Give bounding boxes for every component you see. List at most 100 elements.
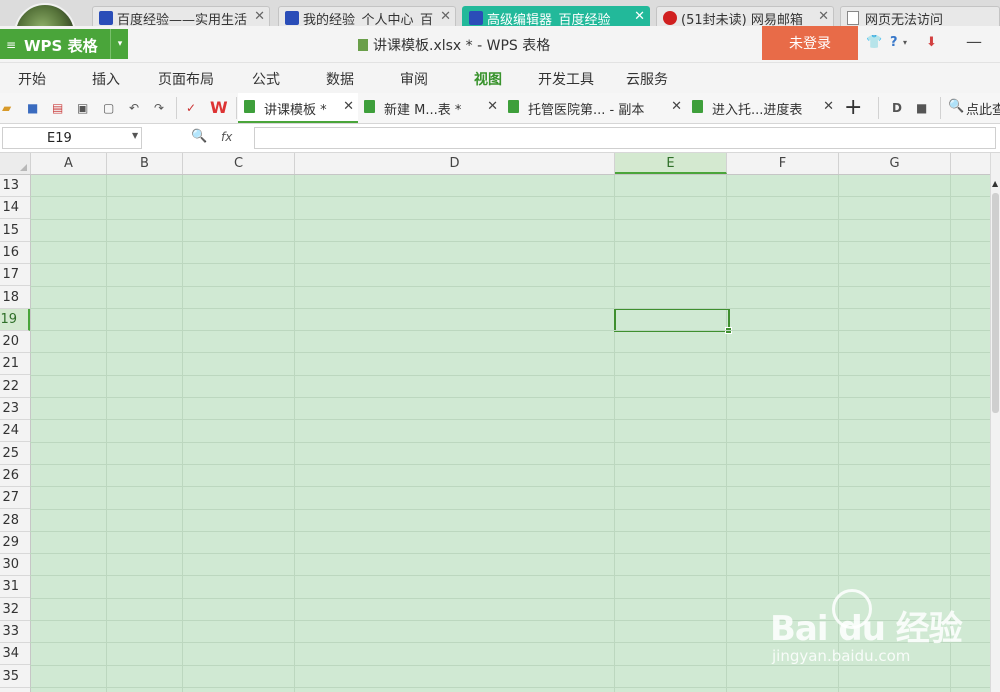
- close-icon[interactable]: ✕: [254, 9, 265, 24]
- tab-data[interactable]: 数据: [326, 69, 354, 89]
- row-header[interactable]: 21: [0, 353, 30, 375]
- row-header[interactable]: 16: [0, 242, 30, 264]
- close-icon[interactable]: ✕: [818, 9, 829, 24]
- close-icon[interactable]: ✕: [671, 99, 682, 114]
- tab-home[interactable]: 开始: [18, 69, 46, 89]
- grid-line: [30, 352, 990, 353]
- doc-tab[interactable]: 托管医院第... - 副本 ✕: [502, 93, 686, 123]
- chevron-down-icon[interactable]: ▾: [903, 38, 907, 47]
- save-icon[interactable]: ■: [27, 101, 38, 115]
- doc-list-icon[interactable]: D: [892, 101, 902, 115]
- page-icon: [847, 11, 859, 25]
- search-icon[interactable]: 🔍: [948, 99, 964, 114]
- doc-tab-active[interactable]: 讲课模板 * ✕: [238, 93, 358, 123]
- row-header[interactable]: 29: [0, 532, 30, 554]
- feedback-icon[interactable]: ⬇: [926, 35, 937, 50]
- zoom-icon[interactable]: 🔍: [191, 129, 207, 144]
- spreadsheet-file-icon: [508, 100, 519, 113]
- export-pdf-icon[interactable]: ▤: [52, 101, 63, 115]
- row-header[interactable]: 17: [0, 264, 30, 286]
- row-header[interactable]: 26: [0, 465, 30, 487]
- column-header[interactable]: C: [183, 153, 295, 174]
- row-header[interactable]: 13: [0, 175, 30, 197]
- doc-tab-title: 新建 M...表 *: [384, 103, 462, 118]
- tab-insert[interactable]: 插入: [92, 69, 120, 89]
- row-header[interactable]: 24: [0, 420, 30, 442]
- tab-formulas[interactable]: 公式: [252, 69, 280, 89]
- format-painter-icon[interactable]: ✓: [186, 101, 196, 115]
- redo-icon[interactable]: ↷: [154, 101, 164, 115]
- skin-shirt-icon[interactable]: 👕: [866, 35, 882, 50]
- open-folder-icon[interactable]: ▰: [2, 101, 11, 115]
- help-icon[interactable]: ?: [890, 35, 898, 50]
- row-header[interactable]: 23: [0, 398, 30, 420]
- close-icon[interactable]: ✕: [487, 99, 498, 114]
- undo-icon[interactable]: ↶: [129, 101, 139, 115]
- row-header[interactable]: 27: [0, 487, 30, 509]
- row-header[interactable]: 22: [0, 376, 30, 398]
- row-header[interactable]: 18: [0, 287, 30, 309]
- login-button[interactable]: 未登录: [762, 26, 858, 60]
- chat-icon[interactable]: ■: [916, 101, 927, 115]
- close-icon[interactable]: ✕: [440, 9, 451, 24]
- user-avatar[interactable]: [14, 3, 76, 26]
- row-header[interactable]: 32: [0, 599, 30, 621]
- selected-cell[interactable]: [614, 308, 732, 334]
- tab-view[interactable]: 视图: [474, 69, 502, 89]
- column-header[interactable]: B: [107, 153, 183, 174]
- minimize-icon[interactable]: —: [966, 32, 982, 51]
- select-all-corner[interactable]: [0, 153, 31, 174]
- grid-line: [30, 642, 990, 643]
- browser-tab[interactable]: 我的经验_个人中心_百 ✕: [278, 6, 456, 26]
- column-header-selected[interactable]: E: [615, 153, 727, 174]
- cell-area[interactable]: [30, 175, 990, 692]
- print-preview-icon[interactable]: ▢: [103, 101, 114, 115]
- vertical-scrollbar[interactable]: ▲: [990, 153, 1000, 692]
- column-header[interactable]: D: [295, 153, 615, 174]
- close-icon[interactable]: ✕: [823, 99, 834, 114]
- row-header[interactable]: 28: [0, 510, 30, 532]
- row-header[interactable]: 25: [0, 443, 30, 465]
- search-input[interactable]: 点此查找: [966, 99, 1000, 118]
- browser-tab[interactable]: (51封未读) 网易邮箱 ✕: [656, 6, 834, 26]
- grid-line: [30, 397, 990, 398]
- tab-cloud-service[interactable]: 云服务: [626, 69, 668, 89]
- column-header[interactable]: G: [839, 153, 951, 174]
- doc-tab-title: 托管医院第... - 副本: [528, 103, 645, 118]
- grid-line: [30, 687, 990, 688]
- scroll-up-arrow-icon[interactable]: ▲: [992, 179, 998, 188]
- tab-developer[interactable]: 开发工具: [538, 69, 594, 89]
- row-header[interactable]: 31: [0, 576, 30, 598]
- row-header[interactable]: 30: [0, 554, 30, 576]
- column-header[interactable]: A: [31, 153, 107, 174]
- tab-page-layout[interactable]: 页面布局: [158, 69, 214, 89]
- doc-tab[interactable]: 进入托...进度表 ✕: [686, 93, 838, 123]
- name-box[interactable]: [2, 127, 142, 149]
- grid-line: [30, 464, 990, 465]
- browser-tab-active[interactable]: 高级编辑器_百度经验 ✕: [462, 6, 650, 26]
- spreadsheet-grid[interactable]: A B C D E F G 13 14 15 16 17 18 19 20 21 22 23 24 25…: [0, 153, 990, 692]
- row-header[interactable]: 33: [0, 621, 30, 643]
- insert-function-button[interactable]: fx: [221, 130, 232, 144]
- browser-tab[interactable]: 网页无法访问: [840, 6, 1000, 26]
- browser-tab[interactable]: 百度经验——实用生活 ✕: [92, 6, 270, 26]
- row-header[interactable]: 34: [0, 643, 30, 665]
- new-tab-button[interactable]: +: [844, 95, 862, 120]
- row-header[interactable]: 14: [0, 197, 30, 219]
- formula-input[interactable]: [254, 127, 996, 149]
- print-icon[interactable]: ▣: [77, 101, 88, 115]
- chevron-down-icon[interactable]: ▾: [110, 29, 129, 59]
- chevron-down-icon[interactable]: ▼: [132, 131, 138, 140]
- close-icon[interactable]: ✕: [343, 99, 354, 114]
- wps-app-menu-button[interactable]: ≡ WPS 表格 ▾: [0, 29, 128, 59]
- wps-logo-icon[interactable]: W: [210, 98, 228, 117]
- tab-review[interactable]: 审阅: [400, 69, 428, 89]
- row-header-selected[interactable]: 19: [0, 309, 30, 331]
- close-icon[interactable]: ✕: [634, 9, 645, 24]
- scrollbar-thumb[interactable]: [992, 193, 999, 413]
- row-header[interactable]: 15: [0, 220, 30, 242]
- row-header[interactable]: 20: [0, 331, 30, 353]
- column-header[interactable]: F: [727, 153, 839, 174]
- doc-tab[interactable]: 新建 M...表 * ✕: [358, 93, 502, 123]
- row-header[interactable]: 35: [0, 666, 30, 688]
